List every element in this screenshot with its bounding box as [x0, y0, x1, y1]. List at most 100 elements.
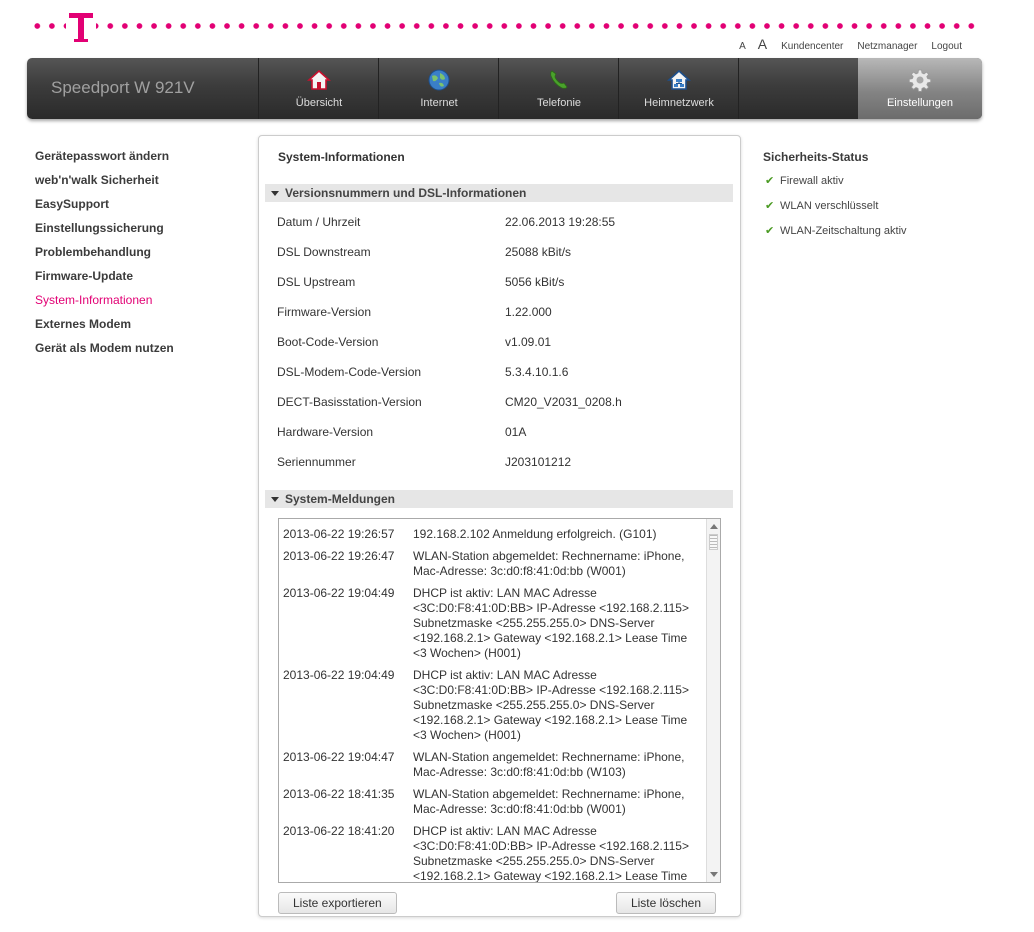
- log-timestamp: 2013-06-22 18:41:20: [283, 824, 395, 838]
- sidebar-item-firmware-update[interactable]: Firmware-Update: [35, 269, 174, 293]
- system-log-list[interactable]: 2013-06-22 19:26:57 192.168.2.102 Anmeldu…: [278, 518, 721, 883]
- log-message: WLAN-Station angemeldet: Rechnername: iP…: [413, 750, 685, 779]
- sidebar-item-geraetepasswort[interactable]: Gerätepasswort ändern: [35, 149, 174, 173]
- log-timestamp: 2013-06-22 19:04:49: [283, 586, 395, 600]
- info-value: 5056 kBit/s: [505, 275, 565, 289]
- log-message: DHCP ist aktiv: LAN MAC Adresse <3C:D0:F…: [413, 824, 689, 883]
- main-nav: Speedport W 921V Übersicht Internet Tele…: [27, 58, 982, 119]
- export-list-button[interactable]: Liste exportieren: [278, 892, 397, 914]
- log-timestamp: 2013-06-22 19:26:47: [283, 549, 395, 563]
- info-key: DSL Upstream: [277, 275, 356, 289]
- security-status-item: ✔ Firewall aktiv: [765, 174, 844, 187]
- info-value: 22.06.2013 19:28:55: [505, 215, 616, 229]
- info-key: DSL-Modem-Code-Version: [277, 365, 422, 379]
- log-timestamp: 2013-06-22 18:41:35: [283, 787, 395, 801]
- font-large-link[interactable]: A: [758, 36, 767, 52]
- top-links: A A Kundencenter Netzmanager Logout: [739, 36, 962, 52]
- log-section-header[interactable]: System-Meldungen: [265, 490, 733, 508]
- network-house-icon: [667, 69, 691, 90]
- log-message: WLAN-Station abgemeldet: Rechnername: iP…: [413, 787, 685, 816]
- globe-icon: [428, 69, 450, 91]
- sidebar-item-problembehandlung[interactable]: Problembehandlung: [35, 245, 174, 269]
- log-timestamp: 2013-06-22 19:26:57: [283, 527, 395, 541]
- nav-tab-label: Heimnetzwerk: [644, 97, 714, 109]
- info-key: Firmware-Version: [277, 305, 372, 319]
- info-row: DSL-Modem-Code-Version 5.3.4.10.1.6: [277, 365, 717, 381]
- log-timestamp: 2013-06-22 19:04:47: [283, 750, 395, 764]
- collapse-triangle-icon: [271, 191, 279, 196]
- info-row: DECT-Basisstation-Version CM20_V2031_0208…: [277, 395, 717, 411]
- system-info-panel: System-Informationen Versionsnummern und…: [258, 135, 741, 917]
- info-value: 25088 kBit/s: [505, 245, 572, 259]
- info-row: Datum / Uhrzeit 22.06.2013 19:28:55: [277, 215, 717, 231]
- info-value: 01A: [505, 425, 527, 439]
- info-value: v1.09.01: [505, 335, 552, 349]
- sidebar-item-webnwalk[interactable]: web'n'walk Sicherheit: [35, 173, 174, 197]
- scroll-thumb[interactable]: [709, 534, 718, 550]
- scroll-down-arrow-icon[interactable]: [710, 872, 718, 877]
- nav-tab-internet[interactable]: Internet: [378, 58, 499, 119]
- info-row: DSL Upstream 5056 kBit/s: [277, 275, 717, 291]
- log-message: 192.168.2.102 Anmeldung erfolgreich. (G1…: [413, 527, 657, 541]
- info-key: DECT-Basisstation-Version: [277, 395, 422, 409]
- info-row: DSL Downstream 25088 kBit/s: [277, 245, 717, 261]
- info-row: Seriennummer J203101212: [277, 455, 717, 471]
- logout-link[interactable]: Logout: [931, 41, 962, 52]
- info-key: Datum / Uhrzeit: [277, 215, 361, 229]
- telekom-logo[interactable]: [66, 8, 96, 44]
- versions-section-header[interactable]: Versionsnummern und DSL-Informationen: [265, 184, 733, 202]
- sidebar-item-externes-modem[interactable]: Externes Modem: [35, 317, 174, 341]
- info-key: Boot-Code-Version: [277, 335, 379, 349]
- section-title: System-Meldungen: [285, 492, 396, 506]
- info-row: Firmware-Version 1.22.000: [277, 305, 717, 321]
- page-title: System-Informationen: [278, 150, 405, 164]
- sidebar: Gerätepasswort ändern web'n'walk Sicherh…: [35, 149, 174, 365]
- gear-icon: [908, 69, 932, 92]
- security-status-item: ✔ WLAN-Zeitschaltung aktiv: [765, 224, 907, 237]
- sidebar-item-system-informationen[interactable]: System-Informationen: [35, 293, 174, 317]
- brand-dot-band: [30, 22, 982, 30]
- nav-tab-telefonie[interactable]: Telefonie: [498, 58, 619, 119]
- security-status-title: Sicherheits-Status: [763, 150, 869, 164]
- info-key: Hardware-Version: [277, 425, 374, 439]
- info-row: Hardware-Version 01A: [277, 425, 717, 441]
- nav-tab-heimnetzwerk[interactable]: Heimnetzwerk: [618, 58, 739, 119]
- nav-tab-einstellungen[interactable]: Einstellungen: [858, 58, 982, 119]
- nav-tab-spacer: [738, 58, 858, 119]
- check-icon: ✔: [765, 225, 775, 237]
- info-value: 5.3.4.10.1.6: [505, 365, 569, 379]
- log-scrollbar[interactable]: [706, 519, 720, 882]
- info-value: 1.22.000: [505, 305, 552, 319]
- nav-tab-label: Internet: [420, 97, 458, 109]
- security-status-item: ✔ WLAN verschlüsselt: [765, 199, 878, 212]
- collapse-triangle-icon: [271, 497, 279, 502]
- info-key: Seriennummer: [277, 455, 356, 469]
- log-message: DHCP ist aktiv: LAN MAC Adresse <3C:D0:F…: [413, 586, 689, 660]
- status-label: WLAN verschlüsselt: [780, 200, 879, 212]
- status-label: WLAN-Zeitschaltung aktiv: [780, 225, 907, 237]
- log-message: DHCP ist aktiv: LAN MAC Adresse <3C:D0:F…: [413, 668, 689, 742]
- log-message: WLAN-Station abgemeldet: Rechnername: iP…: [413, 549, 685, 578]
- info-value: J203101212: [505, 455, 572, 469]
- check-icon: ✔: [765, 200, 775, 212]
- info-row: Boot-Code-Version v1.09.01: [277, 335, 717, 351]
- sidebar-item-geraet-als-modem[interactable]: Gerät als Modem nutzen: [35, 341, 174, 365]
- info-key: DSL Downstream: [277, 245, 371, 259]
- status-label: Firewall aktiv: [780, 175, 844, 187]
- sidebar-item-einstellungssicherung[interactable]: Einstellungssicherung: [35, 221, 174, 245]
- scroll-up-arrow-icon[interactable]: [710, 524, 718, 529]
- clear-list-button[interactable]: Liste löschen: [615, 892, 716, 914]
- netzmanager-link[interactable]: Netzmanager: [857, 41, 917, 52]
- info-value: CM20_V2031_0208.h: [505, 395, 622, 409]
- log-timestamp: 2013-06-22 19:04:49: [283, 668, 395, 682]
- nav-tab-label: Einstellungen: [886, 97, 954, 109]
- nav-tab-label: Übersicht: [295, 97, 343, 109]
- product-name: Speedport W 921V: [51, 78, 195, 97]
- kundencenter-link[interactable]: Kundencenter: [781, 41, 843, 52]
- nav-tab-label: Telefonie: [536, 97, 582, 109]
- nav-tab-uebersicht[interactable]: Übersicht: [258, 58, 379, 119]
- phone-icon: [550, 70, 568, 89]
- font-small-link[interactable]: A: [739, 41, 746, 52]
- sidebar-item-easysupport[interactable]: EasySupport: [35, 197, 174, 221]
- home-icon: [307, 69, 331, 90]
